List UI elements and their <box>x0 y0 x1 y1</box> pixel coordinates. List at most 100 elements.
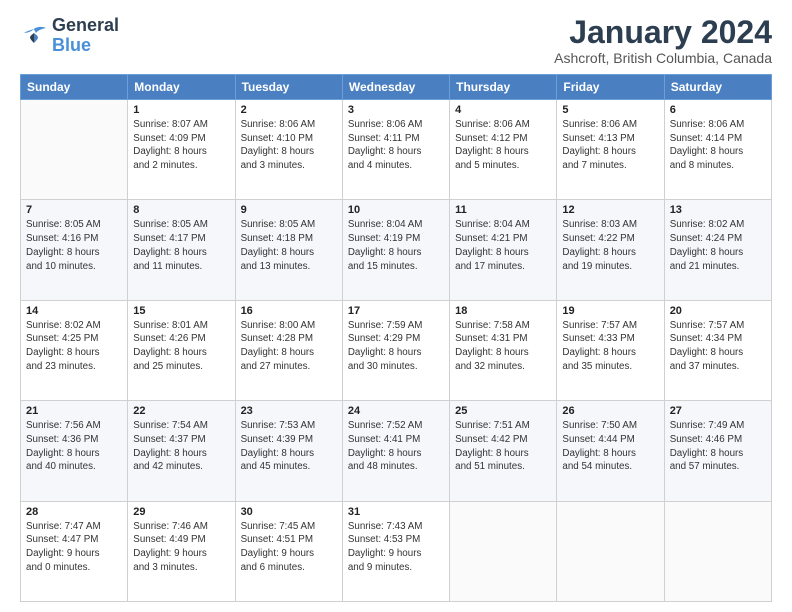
day-number: 11 <box>455 204 551 216</box>
day-number: 25 <box>455 405 551 417</box>
day-number: 13 <box>670 204 766 216</box>
calendar-cell: 31 Sunrise: 7:43 AMSunset: 4:53 PMDayligh… <box>342 501 449 601</box>
day-number: 28 <box>26 506 122 518</box>
day-number: 9 <box>241 204 337 216</box>
logo-line2: Blue <box>52 36 119 56</box>
day-info: Sunrise: 7:47 AMSunset: 4:47 PMDaylight:… <box>26 520 122 575</box>
calendar-cell <box>450 501 557 601</box>
calendar-cell: 14 Sunrise: 8:02 AMSunset: 4:25 PMDayligh… <box>21 300 128 400</box>
day-number: 6 <box>670 104 766 116</box>
calendar-week-row: 28 Sunrise: 7:47 AMSunset: 4:47 PMDayligh… <box>21 501 772 601</box>
location: Ashcroft, British Columbia, Canada <box>554 50 772 66</box>
day-number: 19 <box>562 305 658 317</box>
day-info: Sunrise: 7:45 AMSunset: 4:51 PMDaylight:… <box>241 520 337 575</box>
day-info: Sunrise: 8:06 AMSunset: 4:11 PMDaylight:… <box>348 118 444 173</box>
title-block: January 2024 Ashcroft, British Columbia,… <box>554 16 772 66</box>
calendar-cell: 3 Sunrise: 8:06 AMSunset: 4:11 PMDaylight… <box>342 100 449 200</box>
day-number: 31 <box>348 506 444 518</box>
calendar-cell: 10 Sunrise: 8:04 AMSunset: 4:19 PMDayligh… <box>342 200 449 300</box>
calendar-week-row: 14 Sunrise: 8:02 AMSunset: 4:25 PMDayligh… <box>21 300 772 400</box>
month-title: January 2024 <box>554 16 772 48</box>
calendar-cell: 18 Sunrise: 7:58 AMSunset: 4:31 PMDayligh… <box>450 300 557 400</box>
day-number: 2 <box>241 104 337 116</box>
calendar-cell: 26 Sunrise: 7:50 AMSunset: 4:44 PMDayligh… <box>557 401 664 501</box>
day-number: 30 <box>241 506 337 518</box>
calendar-cell: 27Sunrise: 7:49 AMSunset: 4:46 PMDayligh… <box>664 401 771 501</box>
day-info: Sunrise: 7:54 AMSunset: 4:37 PMDaylight:… <box>133 419 229 474</box>
calendar-cell: 16 Sunrise: 8:00 AMSunset: 4:28 PMDayligh… <box>235 300 342 400</box>
day-number: 20 <box>670 305 766 317</box>
logo-icon <box>20 25 48 47</box>
day-info: Sunrise: 7:51 AMSunset: 4:42 PMDaylight:… <box>455 419 551 474</box>
day-number: 12 <box>562 204 658 216</box>
day-info: Sunrise: 8:07 AMSunset: 4:09 PMDaylight:… <box>133 118 229 173</box>
calendar-cell: 23 Sunrise: 7:53 AMSunset: 4:39 PMDayligh… <box>235 401 342 501</box>
day-info: Sunrise: 7:52 AMSunset: 4:41 PMDaylight:… <box>348 419 444 474</box>
day-number: 17 <box>348 305 444 317</box>
day-number: 29 <box>133 506 229 518</box>
day-number: 7 <box>26 204 122 216</box>
calendar-cell <box>21 100 128 200</box>
day-number: 22 <box>133 405 229 417</box>
calendar-table: SundayMondayTuesdayWednesdayThursdayFrid… <box>20 74 772 602</box>
calendar-cell: 30 Sunrise: 7:45 AMSunset: 4:51 PMDayligh… <box>235 501 342 601</box>
day-info: Sunrise: 8:04 AMSunset: 4:21 PMDaylight:… <box>455 218 551 273</box>
day-info: Sunrise: 8:02 AMSunset: 4:25 PMDaylight:… <box>26 319 122 374</box>
day-info: Sunrise: 7:53 AMSunset: 4:39 PMDaylight:… <box>241 419 337 474</box>
day-number: 10 <box>348 204 444 216</box>
calendar-cell <box>557 501 664 601</box>
day-info: Sunrise: 7:50 AMSunset: 4:44 PMDaylight:… <box>562 419 658 474</box>
calendar-cell: 15Sunrise: 8:01 AMSunset: 4:26 PMDayligh… <box>128 300 235 400</box>
day-info: Sunrise: 7:43 AMSunset: 4:53 PMDaylight:… <box>348 520 444 575</box>
calendar-cell: 29 Sunrise: 7:46 AMSunset: 4:49 PMDayligh… <box>128 501 235 601</box>
weekday-header-sunday: Sunday <box>21 75 128 100</box>
day-number: 18 <box>455 305 551 317</box>
weekday-header-row: SundayMondayTuesdayWednesdayThursdayFrid… <box>21 75 772 100</box>
calendar-cell <box>664 501 771 601</box>
weekday-header-monday: Monday <box>128 75 235 100</box>
day-number: 23 <box>241 405 337 417</box>
day-info: Sunrise: 8:02 AMSunset: 4:24 PMDaylight:… <box>670 218 766 273</box>
day-number: 24 <box>348 405 444 417</box>
header: General Blue January 2024 Ashcroft, Brit… <box>20 16 772 66</box>
day-info: Sunrise: 7:46 AMSunset: 4:49 PMDaylight:… <box>133 520 229 575</box>
day-info: Sunrise: 8:01 AMSunset: 4:26 PMDaylight:… <box>133 319 229 374</box>
calendar-cell: 12 Sunrise: 8:03 AMSunset: 4:22 PMDayligh… <box>557 200 664 300</box>
calendar-cell: 20 Sunrise: 7:57 AMSunset: 4:34 PMDayligh… <box>664 300 771 400</box>
day-number: 8 <box>133 204 229 216</box>
weekday-header-saturday: Saturday <box>664 75 771 100</box>
day-number: 16 <box>241 305 337 317</box>
day-info: Sunrise: 7:57 AMSunset: 4:34 PMDaylight:… <box>670 319 766 374</box>
calendar-cell: 1 Sunrise: 8:07 AMSunset: 4:09 PMDaylight… <box>128 100 235 200</box>
day-info: Sunrise: 8:00 AMSunset: 4:28 PMDaylight:… <box>241 319 337 374</box>
calendar-cell: 7 Sunrise: 8:05 AMSunset: 4:16 PMDaylight… <box>21 200 128 300</box>
day-number: 3 <box>348 104 444 116</box>
logo: General Blue <box>20 16 119 56</box>
calendar-cell: 22 Sunrise: 7:54 AMSunset: 4:37 PMDayligh… <box>128 401 235 501</box>
calendar-week-row: 21Sunrise: 7:56 AMSunset: 4:36 PMDayligh… <box>21 401 772 501</box>
day-number: 5 <box>562 104 658 116</box>
weekday-header-wednesday: Wednesday <box>342 75 449 100</box>
calendar-cell: 24 Sunrise: 7:52 AMSunset: 4:41 PMDayligh… <box>342 401 449 501</box>
day-number: 26 <box>562 405 658 417</box>
weekday-header-friday: Friday <box>557 75 664 100</box>
calendar-cell: 21Sunrise: 7:56 AMSunset: 4:36 PMDayligh… <box>21 401 128 501</box>
day-info: Sunrise: 8:04 AMSunset: 4:19 PMDaylight:… <box>348 218 444 273</box>
day-number: 4 <box>455 104 551 116</box>
day-info: Sunrise: 8:05 AMSunset: 4:16 PMDaylight:… <box>26 218 122 273</box>
day-info: Sunrise: 8:05 AMSunset: 4:17 PMDaylight:… <box>133 218 229 273</box>
day-info: Sunrise: 8:05 AMSunset: 4:18 PMDaylight:… <box>241 218 337 273</box>
calendar-cell: 2 Sunrise: 8:06 AMSunset: 4:10 PMDaylight… <box>235 100 342 200</box>
day-info: Sunrise: 7:59 AMSunset: 4:29 PMDaylight:… <box>348 319 444 374</box>
day-number: 1 <box>133 104 229 116</box>
day-info: Sunrise: 8:03 AMSunset: 4:22 PMDaylight:… <box>562 218 658 273</box>
calendar-cell: 17 Sunrise: 7:59 AMSunset: 4:29 PMDayligh… <box>342 300 449 400</box>
calendar-cell: 11 Sunrise: 8:04 AMSunset: 4:21 PMDayligh… <box>450 200 557 300</box>
weekday-header-thursday: Thursday <box>450 75 557 100</box>
calendar-cell: 5Sunrise: 8:06 AMSunset: 4:13 PMDaylight… <box>557 100 664 200</box>
calendar-week-row: 1 Sunrise: 8:07 AMSunset: 4:09 PMDaylight… <box>21 100 772 200</box>
day-info: Sunrise: 7:58 AMSunset: 4:31 PMDaylight:… <box>455 319 551 374</box>
day-info: Sunrise: 8:06 AMSunset: 4:10 PMDaylight:… <box>241 118 337 173</box>
calendar-cell: 4Sunrise: 8:06 AMSunset: 4:12 PMDaylight… <box>450 100 557 200</box>
day-number: 14 <box>26 305 122 317</box>
